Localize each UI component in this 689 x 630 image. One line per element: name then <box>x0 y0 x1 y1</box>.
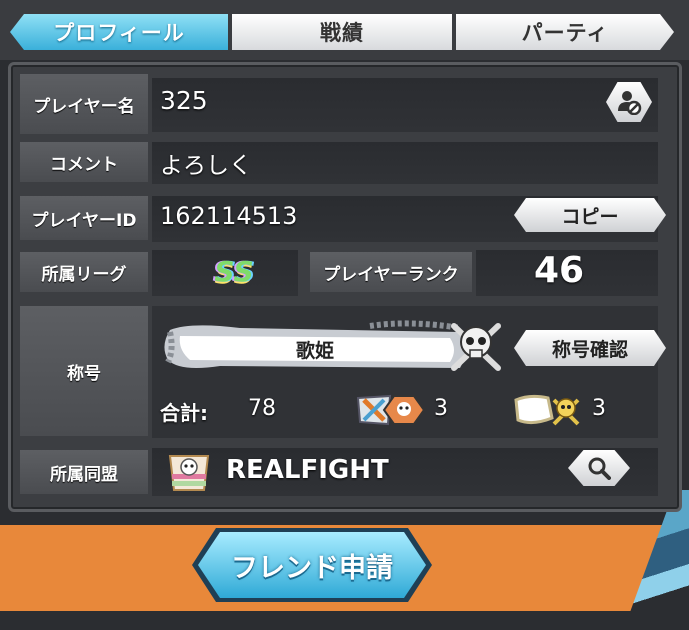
comment-value: よろしく <box>160 153 252 179</box>
player-name-value: 325 <box>160 86 208 115</box>
title-badge-icon-1 <box>356 394 426 426</box>
alliance-name: REALFIGHT <box>226 455 389 485</box>
tab-party[interactable]: パーティ <box>456 14 674 50</box>
alliance-flag-icon <box>168 455 210 491</box>
badge-count-2: 3 <box>592 396 606 421</box>
friend-request-button[interactable]: フレンド申請 <box>198 532 426 598</box>
player-name-label: プレイヤー名 <box>20 74 148 134</box>
league-ss-icon: SS <box>214 254 254 288</box>
player-name-field <box>152 78 658 132</box>
tab-profile[interactable]: プロフィール <box>10 14 228 50</box>
player-id-value: 162114513 <box>160 202 298 230</box>
player-id-label: プレイヤーID <box>20 196 148 240</box>
rank-label: プレイヤーランク <box>310 252 472 292</box>
title-label: 称号 <box>20 306 148 436</box>
copy-button[interactable]: コピー <box>514 198 666 232</box>
comment-label: コメント <box>20 142 148 182</box>
title-badge-icon-2 <box>514 394 580 426</box>
league-label: 所属リーグ <box>20 252 148 292</box>
title-value: 歌姫 <box>296 340 335 362</box>
block-user-icon <box>618 91 642 115</box>
badge-count-1: 3 <box>434 396 448 421</box>
alliance-label: 所属同盟 <box>20 450 148 494</box>
total-label: 合計: <box>160 401 208 425</box>
tab-record[interactable]: 戦績 <box>232 14 452 50</box>
search-icon <box>588 457 611 480</box>
title-confirm-button[interactable]: 称号確認 <box>514 330 666 366</box>
rank-value: 46 <box>534 250 585 291</box>
skull-crossbones-icon <box>451 323 501 371</box>
total-value: 78 <box>248 396 276 421</box>
